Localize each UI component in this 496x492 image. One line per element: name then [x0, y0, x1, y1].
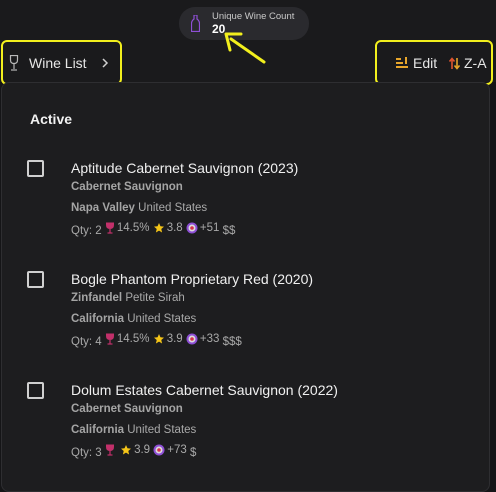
- wine-stats-line: Qty: 3 3.9 +73 $: [71, 444, 196, 459]
- wine-rating: 3.8: [166, 222, 183, 234]
- breadcrumb[interactable]: Wine List: [9, 54, 109, 72]
- wine-varietal-line: Cabernet Sauvignon: [71, 403, 183, 415]
- wine-region: California: [71, 424, 125, 436]
- wine-region: Napa Valley: [71, 202, 135, 214]
- wine-rating: 3.9: [134, 444, 151, 456]
- wine-score: +33: [199, 333, 220, 345]
- section-title-active: Active: [30, 111, 73, 127]
- wine-region: California: [71, 313, 125, 325]
- wine-glass-abv-icon: [105, 222, 114, 234]
- wine-varietal-line: Cabernet Sauvignon: [71, 181, 183, 193]
- wine-name: Bogle Phantom Proprietary Red (2020): [71, 271, 314, 287]
- star-icon: [153, 334, 164, 344]
- wine-stats-line: Qty: 4 14.5% 3.9 +33 $$$: [71, 333, 242, 348]
- wine-checkbox[interactable]: [27, 382, 44, 399]
- wine-qty: Qty: 2: [71, 225, 102, 237]
- wine-checkbox[interactable]: [27, 271, 44, 288]
- wine-varietal-extra: Petite Sirah: [125, 292, 185, 304]
- target-icon: [186, 333, 198, 345]
- wine-qty: Qty: 4: [71, 336, 102, 348]
- wine-varietal: Zinfandel: [71, 292, 123, 304]
- wine-country: United States: [127, 313, 197, 325]
- wine-location-line: California United States: [71, 424, 196, 436]
- wine-qty: Qty: 3: [71, 447, 102, 459]
- wine-glass-abv-icon: [105, 333, 114, 345]
- wine-varietal: Cabernet Sauvignon: [71, 403, 183, 415]
- wine-list-item: Bogle Phantom Proprietary Red (2020) Zin…: [0, 269, 480, 359]
- wine-price: $$: [222, 225, 236, 237]
- edit-label: Edit: [413, 55, 438, 71]
- wine-location-line: California United States: [71, 313, 196, 325]
- wine-score: +73: [167, 444, 187, 456]
- wine-bottle-icon: [191, 15, 200, 32]
- wine-list-item: Dolum Estates Cabernet Sauvignon (2022) …: [0, 380, 480, 470]
- wine-name: Dolum Estates Cabernet Sauvignon (2022): [71, 382, 338, 398]
- target-icon: [153, 444, 165, 456]
- wine-varietal-line: Zinfandel Petite Sirah: [71, 292, 185, 304]
- wine-glass-abv-icon: [105, 444, 114, 456]
- wine-price: $: [190, 447, 197, 459]
- wine-abv: 14.5%: [116, 222, 150, 234]
- star-icon: [121, 445, 132, 455]
- wine-country: United States: [127, 424, 197, 436]
- wine-price: $$$: [222, 336, 242, 348]
- wine-score: +51: [199, 222, 220, 234]
- target-icon: [186, 222, 198, 234]
- edit-button[interactable]: Edit: [396, 54, 437, 72]
- star-icon: [153, 223, 164, 233]
- sort-arrows-icon: [449, 56, 460, 70]
- edit-list-icon: [396, 57, 408, 68]
- sort-button[interactable]: Z-A: [449, 54, 487, 72]
- breadcrumb-label: Wine List: [29, 55, 87, 71]
- annotation-arrow: [224, 32, 266, 64]
- wine-location-line: Napa Valley United States: [71, 202, 207, 214]
- wine-varietal: Cabernet Sauvignon: [71, 181, 183, 193]
- wine-abv: 14.5%: [116, 333, 150, 345]
- wine-rating: 3.9: [166, 333, 183, 345]
- wine-list-item: Aptitude Cabernet Sauvignon (2023) Caber…: [0, 158, 480, 248]
- wine-name: Aptitude Cabernet Sauvignon (2023): [71, 160, 299, 176]
- sort-label: Z-A: [464, 55, 487, 71]
- wine-country: United States: [138, 202, 208, 214]
- count-label: Unique Wine Count: [212, 11, 295, 22]
- chevron-right-icon: [102, 58, 108, 68]
- wine-glass-icon: [9, 55, 19, 71]
- wine-stats-line: Qty: 2 14.5% 3.8 +51 $$: [71, 222, 235, 237]
- wine-checkbox[interactable]: [27, 160, 44, 177]
